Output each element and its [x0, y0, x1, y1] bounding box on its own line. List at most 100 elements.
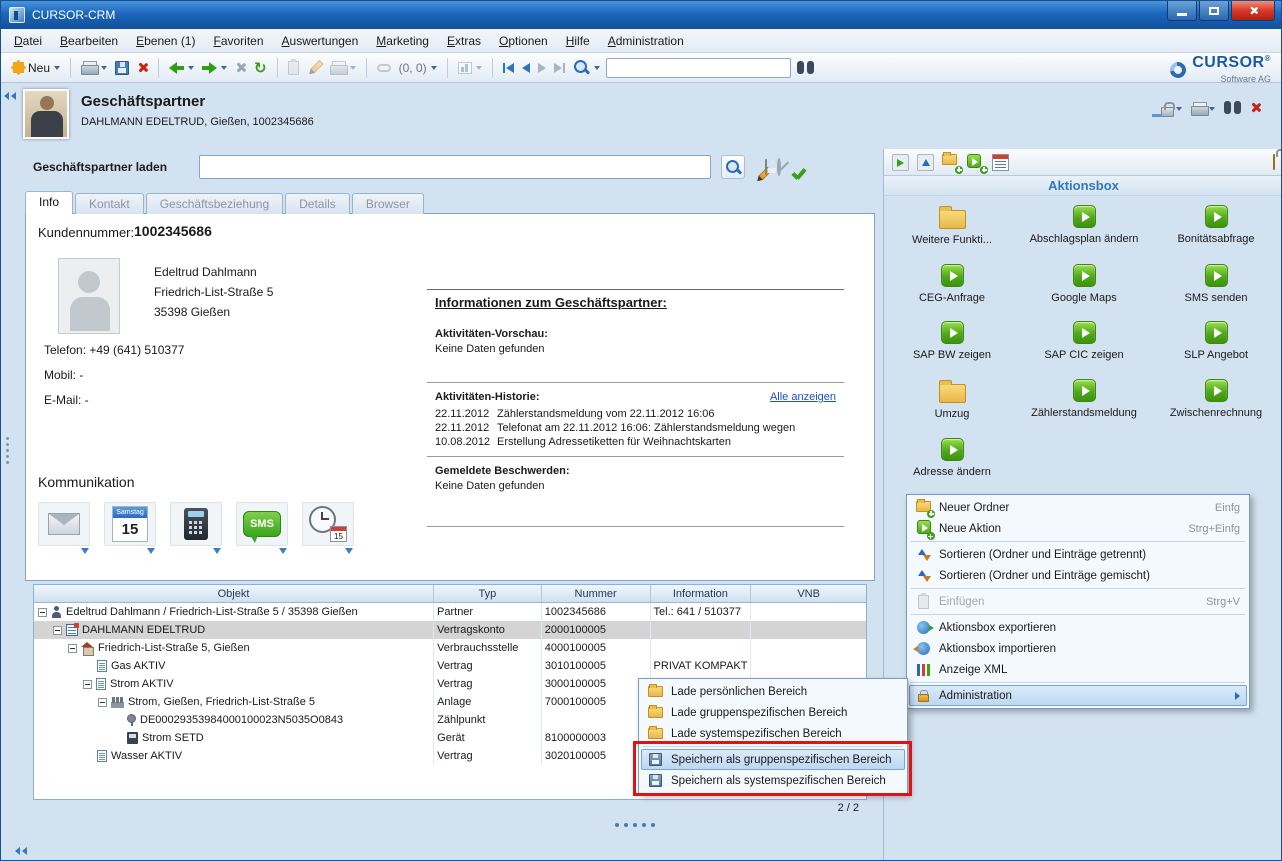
- refresh-button[interactable]: [252, 57, 269, 79]
- tree-collapse-toggle[interactable]: [53, 626, 62, 635]
- aktionsbox-item-sms-senden[interactable]: SMS senden: [1150, 260, 1282, 305]
- maximize-button[interactable]: [1199, 1, 1229, 21]
- loader-search-button[interactable]: [721, 155, 745, 179]
- column-header-nummer[interactable]: Nummer: [542, 585, 651, 602]
- submenu-item-lade-gruppe[interactable]: Lade gruppenspezifischen Bereich: [641, 702, 905, 723]
- collapse-panel-arrows[interactable]: [4, 89, 18, 103]
- find-button[interactable]: [795, 59, 816, 76]
- appointment-action-button[interactable]: 15: [302, 502, 354, 546]
- new-folder-icon[interactable]: [942, 154, 959, 171]
- submenu-item-speichern-system[interactable]: Speichern als systemspezifischen Bereich: [641, 770, 905, 791]
- column-header-typ[interactable]: Typ: [434, 585, 542, 602]
- new-action-icon[interactable]: [967, 154, 984, 171]
- menu-favoriten[interactable]: Favoriten: [204, 31, 272, 51]
- aktionsbox-item-zaehlerstandsmeldung[interactable]: Zählerstandsmeldung: [1018, 375, 1150, 421]
- tree-collapse-toggle[interactable]: [98, 698, 107, 707]
- loader-save-button[interactable]: [765, 160, 767, 174]
- nav-prev-button[interactable]: [520, 61, 532, 75]
- menu-item-neue-aktion[interactable]: Neue Aktion Strg+Einfg: [909, 518, 1247, 539]
- menu-item-aktionsbox-importieren[interactable]: Aktionsbox importieren: [909, 638, 1247, 659]
- chevron-down-icon[interactable]: [147, 548, 155, 554]
- bottom-splitter-handle[interactable]: [615, 823, 655, 827]
- table-row[interactable]: Edeltrud Dahlmann / Friedrich-List-Straß…: [34, 603, 866, 621]
- tab-kontakt[interactable]: Kontakt: [75, 193, 144, 214]
- menu-extras[interactable]: Extras: [438, 31, 490, 51]
- export-icon[interactable]: [892, 154, 909, 171]
- forward-button[interactable]: [200, 60, 229, 76]
- column-header-objekt[interactable]: Objekt: [34, 585, 434, 602]
- chevron-down-icon[interactable]: [279, 548, 287, 554]
- clipboard-button[interactable]: [286, 59, 301, 77]
- column-header-vnb[interactable]: VNB: [751, 585, 866, 602]
- loader-cancel-button[interactable]: [777, 160, 781, 174]
- splitter-handle[interactable]: [6, 437, 9, 464]
- chevron-down-icon[interactable]: [213, 548, 221, 554]
- tab-info[interactable]: Info: [25, 191, 73, 214]
- aktionsbox-item-adresse-aendern[interactable]: Adresse ändern: [886, 434, 1018, 479]
- menu-datei[interactable]: Datei: [5, 31, 51, 51]
- phone-action-button[interactable]: [170, 502, 222, 546]
- menu-item-sortieren-getrennt[interactable]: Sortieren (Ordner und Einträge getrennt): [909, 544, 1247, 565]
- move-up-icon[interactable]: [917, 154, 934, 171]
- aktionsbox-item-sap-cic[interactable]: SAP CIC zeigen: [1018, 317, 1150, 362]
- menu-optionen[interactable]: Optionen: [490, 31, 557, 51]
- tree-collapse-toggle[interactable]: [38, 608, 47, 617]
- aktionsbox-item-sap-bw[interactable]: SAP BW zeigen: [886, 317, 1018, 362]
- menu-item-anzeige-xml[interactable]: Anzeige XML: [909, 659, 1247, 680]
- tree-collapse-toggle[interactable]: [83, 680, 92, 689]
- calendar-action-button[interactable]: Samstag 15: [104, 502, 156, 546]
- chart-button[interactable]: [456, 60, 484, 76]
- chevron-down-icon[interactable]: [345, 548, 353, 554]
- menu-ebenen[interactable]: Ebenen (1): [127, 31, 204, 51]
- menu-item-aktionsbox-exportieren[interactable]: Aktionsbox exportieren: [909, 617, 1247, 638]
- submenu-item-lade-system[interactable]: Lade systemspezifischen Bereich: [641, 723, 905, 744]
- table-row[interactable]: Gas AKTIV Vertrag 3010100005 PRIVAT KOMP…: [34, 657, 866, 675]
- aktionsbox-item-zwischenrechnung[interactable]: Zwischenrechnung: [1150, 375, 1282, 421]
- tree-collapse-toggle[interactable]: [68, 644, 77, 653]
- close-button[interactable]: [1231, 1, 1275, 21]
- header-find-button[interactable]: [1224, 101, 1241, 117]
- aktionsbox-item-weitere-funktionen[interactable]: Weitere Funkti...: [886, 201, 1018, 247]
- print-button[interactable]: [79, 59, 109, 77]
- chevron-down-icon[interactable]: [81, 548, 89, 554]
- nav-last-button[interactable]: [552, 61, 567, 75]
- nav-next-button[interactable]: [536, 61, 548, 75]
- report-icon[interactable]: [992, 154, 1009, 171]
- menu-item-sortieren-gemischt[interactable]: Sortieren (Ordner und Einträge gemischt): [909, 565, 1247, 586]
- link-button[interactable]: [375, 62, 393, 74]
- save-button[interactable]: [113, 59, 131, 77]
- cancel-button[interactable]: [233, 60, 248, 75]
- menu-auswertungen[interactable]: Auswertungen: [273, 31, 368, 51]
- quick-search-input[interactable]: [606, 58, 791, 78]
- menu-item-administration[interactable]: Administration: [909, 685, 1247, 706]
- back-button[interactable]: [167, 60, 196, 76]
- aktionsbox-item-abschlagsplan[interactable]: Abschlagsplan ändern: [1018, 201, 1150, 247]
- edit-button[interactable]: [305, 58, 324, 77]
- table-row-selected[interactable]: DAHLMANN EDELTRUD Vertragskonto 20001000…: [34, 621, 866, 639]
- aktionsbox-item-ceg-anfrage[interactable]: CEG-Anfrage: [886, 260, 1018, 305]
- tab-details[interactable]: Details: [285, 193, 350, 214]
- header-close-button[interactable]: [1250, 102, 1261, 116]
- bottom-collapse-arrows[interactable]: [15, 844, 29, 858]
- aktionsbox-item-umzug[interactable]: Umzug: [886, 375, 1018, 421]
- submenu-item-speichern-gruppe[interactable]: Speichern als gruppenspezifischen Bereic…: [641, 749, 905, 770]
- alle-anzeigen-link[interactable]: Alle anzeigen: [770, 391, 836, 403]
- menu-administration[interactable]: Administration: [599, 31, 693, 51]
- submenu-item-lade-persoenlich[interactable]: Lade persönlichen Bereich: [641, 681, 905, 702]
- minimize-button[interactable]: [1167, 1, 1197, 21]
- tab-browser[interactable]: Browser: [352, 193, 424, 214]
- nav-first-button[interactable]: [501, 61, 516, 75]
- menu-bearbeiten[interactable]: Bearbeiten: [51, 31, 127, 51]
- header-print-button[interactable]: [1191, 102, 1215, 116]
- menu-hilfe[interactable]: Hilfe: [557, 31, 599, 51]
- new-button[interactable]: Neu: [9, 59, 62, 77]
- table-row[interactable]: Friedrich-List-Straße 5, Gießen Verbrauc…: [34, 639, 866, 657]
- aktionsbox-lock-button[interactable]: [1273, 155, 1275, 169]
- column-header-information[interactable]: Information: [651, 585, 752, 602]
- aktionsbox-item-google-maps[interactable]: Google Maps: [1018, 260, 1150, 305]
- menu-marketing[interactable]: Marketing: [367, 31, 438, 51]
- print-preview-button[interactable]: [328, 59, 358, 77]
- aktionsbox-item-slp-angebot[interactable]: SLP Angebot: [1150, 317, 1282, 362]
- aktionsbox-item-bonitaetsabfrage[interactable]: Bonitätsabfrage: [1150, 201, 1282, 247]
- menu-item-einfuegen[interactable]: Einfügen Strg+V: [909, 591, 1247, 612]
